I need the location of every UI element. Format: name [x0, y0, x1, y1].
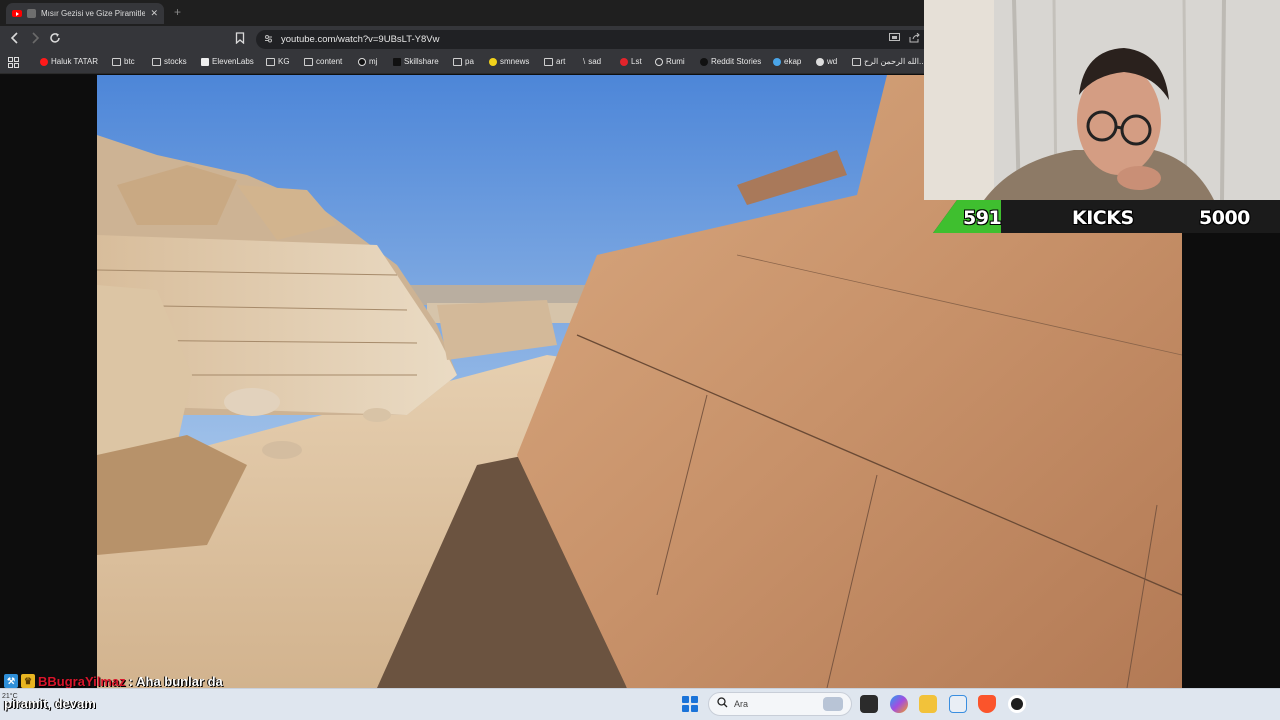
github-icon	[358, 57, 366, 66]
skillshare-icon	[393, 57, 401, 66]
bookmark-skillshare[interactable]: Skillshare	[393, 57, 439, 66]
browser-tab-bar: Mısır Gezisi ve Gize Piramitler ✕ +	[0, 0, 924, 26]
bookmark-btc[interactable]: btc	[112, 57, 135, 66]
youtube-icon	[40, 57, 48, 66]
obs-icon[interactable]	[1008, 695, 1026, 713]
d-icon	[700, 57, 708, 66]
search-placeholder: Ara	[734, 699, 749, 709]
elevenlabs-icon	[201, 57, 209, 66]
folder-icon	[152, 57, 161, 66]
forward-icon[interactable]	[30, 32, 40, 47]
bookmarks-bar: Haluk TATAR btc stocks ElevenLabs KG con…	[0, 52, 924, 74]
file-explorer-icon[interactable]	[919, 695, 937, 713]
new-tab-button[interactable]: +	[174, 5, 181, 19]
share-icon[interactable]	[909, 32, 920, 46]
snipping-tool-icon[interactable]	[949, 695, 967, 713]
brave-browser-icon[interactable]	[978, 695, 996, 713]
slash-icon: \	[583, 57, 586, 66]
folder-icon	[544, 57, 553, 66]
pickaxe-badge-icon: ⚒	[4, 674, 18, 688]
bookmark-label: smnews	[500, 57, 530, 66]
bookmark-rumi[interactable]: Rumi	[655, 57, 685, 66]
bookmark-wd[interactable]: wd	[816, 57, 837, 66]
bookmark-haluk-tatar[interactable]: Haluk TATAR	[40, 57, 98, 66]
bookmark-label: Reddit Stories	[711, 57, 762, 66]
screen: Mısır Gezisi ve Gize Piramitler ✕ + yout…	[0, 0, 1280, 720]
chat-continuation: piramit, devam	[4, 696, 96, 711]
bookmark-label: btc	[124, 57, 135, 66]
copilot-icon[interactable]	[890, 695, 908, 713]
bookmark-label: Lst	[631, 57, 642, 66]
bookmark-label: Skillshare	[404, 57, 439, 66]
chat-message: ⚒ ♛ BBugraYilmaz : Aha bunlar da	[4, 673, 223, 689]
webcam-overlay	[924, 0, 1280, 200]
tab-title: Mısır Gezisi ve Gize Piramitler	[41, 9, 146, 18]
bookmark-art[interactable]: art	[544, 57, 565, 66]
browser-tab[interactable]: Mısır Gezisi ve Gize Piramitler ✕	[6, 3, 164, 24]
back-icon[interactable]	[10, 32, 20, 47]
windows-taskbar	[0, 688, 1280, 720]
bookmark-label: الله الرحمن الرح...	[864, 57, 924, 66]
crown-badge-icon: ♛	[21, 674, 35, 688]
bookmark-kg[interactable]: KG	[266, 57, 290, 66]
chat-text: : Aha bunlar da	[128, 673, 223, 689]
kicks-goal: 5000	[1199, 207, 1250, 229]
task-view-icon[interactable]	[860, 695, 878, 713]
bookmark-pa[interactable]: pa	[453, 57, 474, 66]
globe-icon	[655, 57, 663, 66]
search-highlight-icon	[823, 697, 843, 711]
bookmark-mj[interactable]: mj	[358, 57, 377, 66]
globe-icon	[816, 57, 824, 66]
bookmark-arabic[interactable]: الله الرحمن الرح...	[852, 57, 924, 66]
address-bar[interactable]: youtube.com/watch?v=9UBsLT-Y8Vw	[256, 30, 924, 49]
bookmark-label: wd	[827, 57, 838, 66]
kicks-current: 591	[963, 207, 1002, 229]
kicks-goal-bar: 591 KICKS 5000	[933, 200, 1280, 236]
reload-icon[interactable]	[49, 32, 61, 47]
chat-username: BBugraYilmaz	[38, 673, 126, 689]
cast-icon[interactable]	[889, 33, 900, 45]
bookmark-reddit-stories[interactable]: Reddit Stories	[700, 57, 761, 66]
bookmark-label: Rumi	[666, 57, 685, 66]
folder-icon	[453, 57, 462, 66]
bookmark-label: sad	[588, 57, 602, 66]
bookmark-smnews[interactable]: smnews	[489, 57, 529, 66]
streamer-webcam-image	[924, 0, 1280, 200]
windows-start-icon[interactable]	[682, 696, 698, 712]
bookmark-icon[interactable]	[235, 32, 245, 47]
bookmark-label: pa	[465, 57, 474, 66]
bookmark-label: art	[556, 57, 566, 66]
bookmark-stocks[interactable]: stocks	[152, 57, 187, 66]
tab-favicon	[27, 9, 36, 18]
s-icon	[620, 57, 628, 66]
youtube-icon	[12, 10, 22, 17]
bookmark-label: stocks	[164, 57, 187, 66]
folder-icon	[304, 57, 313, 66]
bookmark-label: Haluk TATAR	[51, 57, 98, 66]
tab-close-icon[interactable]: ✕	[150, 8, 158, 19]
folder-icon	[112, 57, 121, 66]
apps-icon[interactable]	[8, 57, 19, 68]
bookmark-sad[interactable]: \ sad	[583, 57, 601, 66]
bookmark-lst[interactable]: Lst	[620, 57, 642, 66]
bookmark-label: ekap	[784, 57, 802, 66]
smiley-icon	[489, 57, 497, 66]
kicks-label: KICKS	[1072, 207, 1134, 229]
bird-icon	[773, 57, 781, 66]
url-text: youtube.com/watch?v=9UBsLT-Y8Vw	[281, 34, 440, 45]
bookmark-label: content	[316, 57, 343, 66]
book-icon	[852, 57, 861, 66]
video-player[interactable]: 591 KICKS 5000	[0, 0, 1280, 688]
bookmark-elevenlabs[interactable]: ElevenLabs	[201, 57, 254, 66]
bookmark-ekap[interactable]: ekap	[773, 57, 801, 66]
bookmark-content[interactable]: content	[304, 57, 342, 66]
bookmark-label: KG	[278, 57, 290, 66]
search-icon	[717, 697, 728, 711]
folder-icon	[266, 57, 275, 66]
taskbar-search[interactable]: Ara	[708, 692, 852, 716]
bookmark-label: ElevenLabs	[212, 57, 254, 66]
site-info-icon[interactable]	[264, 34, 273, 43]
bookmark-label: mj	[369, 57, 378, 66]
